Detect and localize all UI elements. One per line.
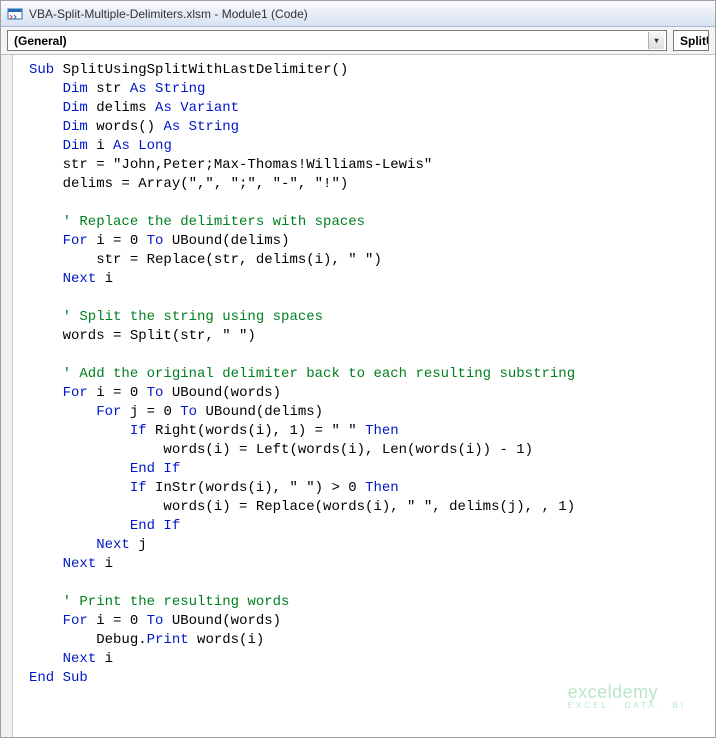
procedure-dropdown-value: SplitU	[680, 34, 709, 48]
code-text[interactable]: Sub SplitUsingSplitWithLastDelimiter() D…	[29, 55, 715, 737]
window-title: VBA-Split-Multiple-Delimiters.xlsm - Mod…	[29, 7, 308, 21]
title-bar: VBA-Split-Multiple-Delimiters.xlsm - Mod…	[1, 1, 715, 27]
margin-indicator-bar	[1, 55, 13, 737]
chevron-down-icon: ▾	[648, 32, 664, 49]
vba-module-icon	[7, 6, 23, 22]
procedure-dropdown[interactable]: SplitU	[673, 30, 709, 51]
object-dropdown[interactable]: (General) ▾	[7, 30, 667, 51]
object-proc-toolbar: (General) ▾ SplitU	[1, 27, 715, 55]
code-editor[interactable]: Sub SplitUsingSplitWithLastDelimiter() D…	[1, 55, 715, 737]
code-gutter	[13, 55, 29, 737]
object-dropdown-value: (General)	[14, 34, 67, 48]
